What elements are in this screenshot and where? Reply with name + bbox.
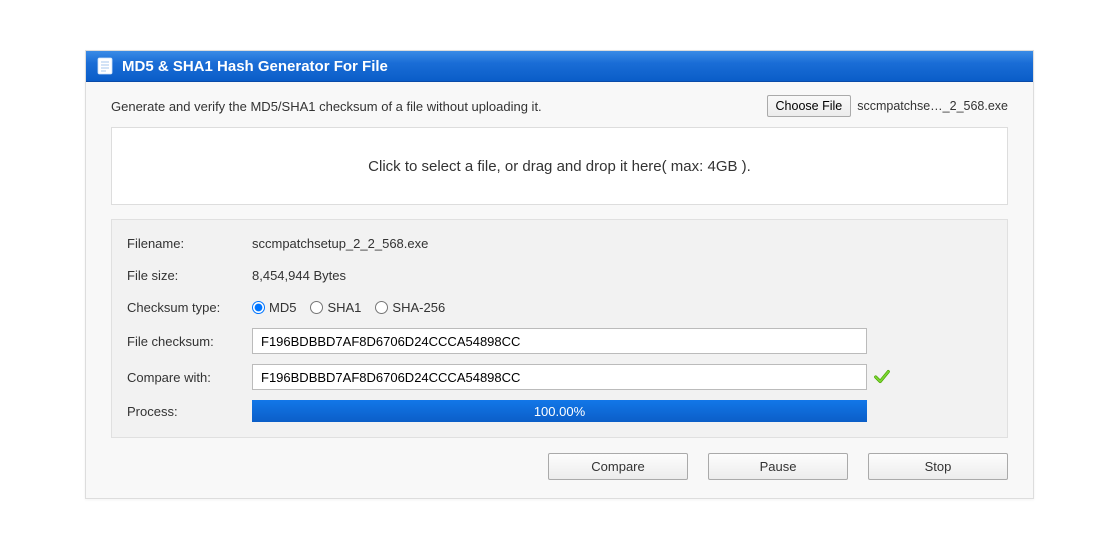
value-filename: sccmpatchsetup_2_2_568.exe [252,236,428,251]
label-filename: Filename: [127,236,252,251]
radio-sha256-label: SHA-256 [392,300,445,315]
description-text: Generate and verify the MD5/SHA1 checksu… [111,99,542,114]
compare-button[interactable]: Compare [548,453,688,480]
button-row: Compare Pause Stop [111,453,1008,480]
radio-sha1[interactable]: SHA1 [310,300,361,315]
compare-wrap [252,364,992,390]
radio-sha256-input[interactable] [375,301,388,314]
choose-file-button[interactable]: Choose File [767,95,852,117]
stop-button[interactable]: Stop [868,453,1008,480]
pause-button[interactable]: Pause [708,453,848,480]
label-filesize: File size: [127,268,252,283]
row-checksum-type: Checksum type: MD5 SHA1 SHA-256 [127,296,992,318]
progress-text: 100.00% [252,400,867,422]
label-file-checksum: File checksum: [127,334,252,349]
panel-content: Generate and verify the MD5/SHA1 checksu… [86,82,1033,498]
label-checksum-type: Checksum type: [127,300,252,315]
row-process: Process: 100.00% [127,400,992,422]
radio-sha256[interactable]: SHA-256 [375,300,445,315]
radio-md5-label: MD5 [269,300,296,315]
radio-md5-input[interactable] [252,301,265,314]
label-compare: Compare with: [127,370,252,385]
row-file-checksum: File checksum: [127,328,992,354]
label-process: Process: [127,404,252,419]
row-compare: Compare with: [127,364,992,390]
selected-filename: sccmpatchse…_2_568.exe [857,99,1008,113]
main-panel: MD5 & SHA1 Hash Generator For File Gener… [85,50,1034,499]
checkmark-icon [873,368,891,386]
radio-sha1-label: SHA1 [327,300,361,315]
details-box: Filename: sccmpatchsetup_2_2_568.exe Fil… [111,219,1008,438]
radio-sha1-input[interactable] [310,301,323,314]
file-chooser: Choose File sccmpatchse…_2_568.exe [767,95,1008,117]
compare-input[interactable] [252,364,867,390]
row-filename: Filename: sccmpatchsetup_2_2_568.exe [127,232,992,254]
row-filesize: File size: 8,454,944 Bytes [127,264,992,286]
file-checksum-input[interactable] [252,328,867,354]
progress-bar: 100.00% [252,400,867,422]
file-drop-zone[interactable]: Click to select a file, or drag and drop… [111,127,1008,205]
document-icon [96,57,114,75]
radio-md5[interactable]: MD5 [252,300,296,315]
top-row: Generate and verify the MD5/SHA1 checksu… [111,95,1008,117]
checksum-type-group: MD5 SHA1 SHA-256 [252,300,445,315]
drop-zone-text: Click to select a file, or drag and drop… [368,158,751,175]
panel-title: MD5 & SHA1 Hash Generator For File [122,58,388,75]
panel-header: MD5 & SHA1 Hash Generator For File [86,51,1033,82]
value-filesize: 8,454,944 Bytes [252,268,346,283]
